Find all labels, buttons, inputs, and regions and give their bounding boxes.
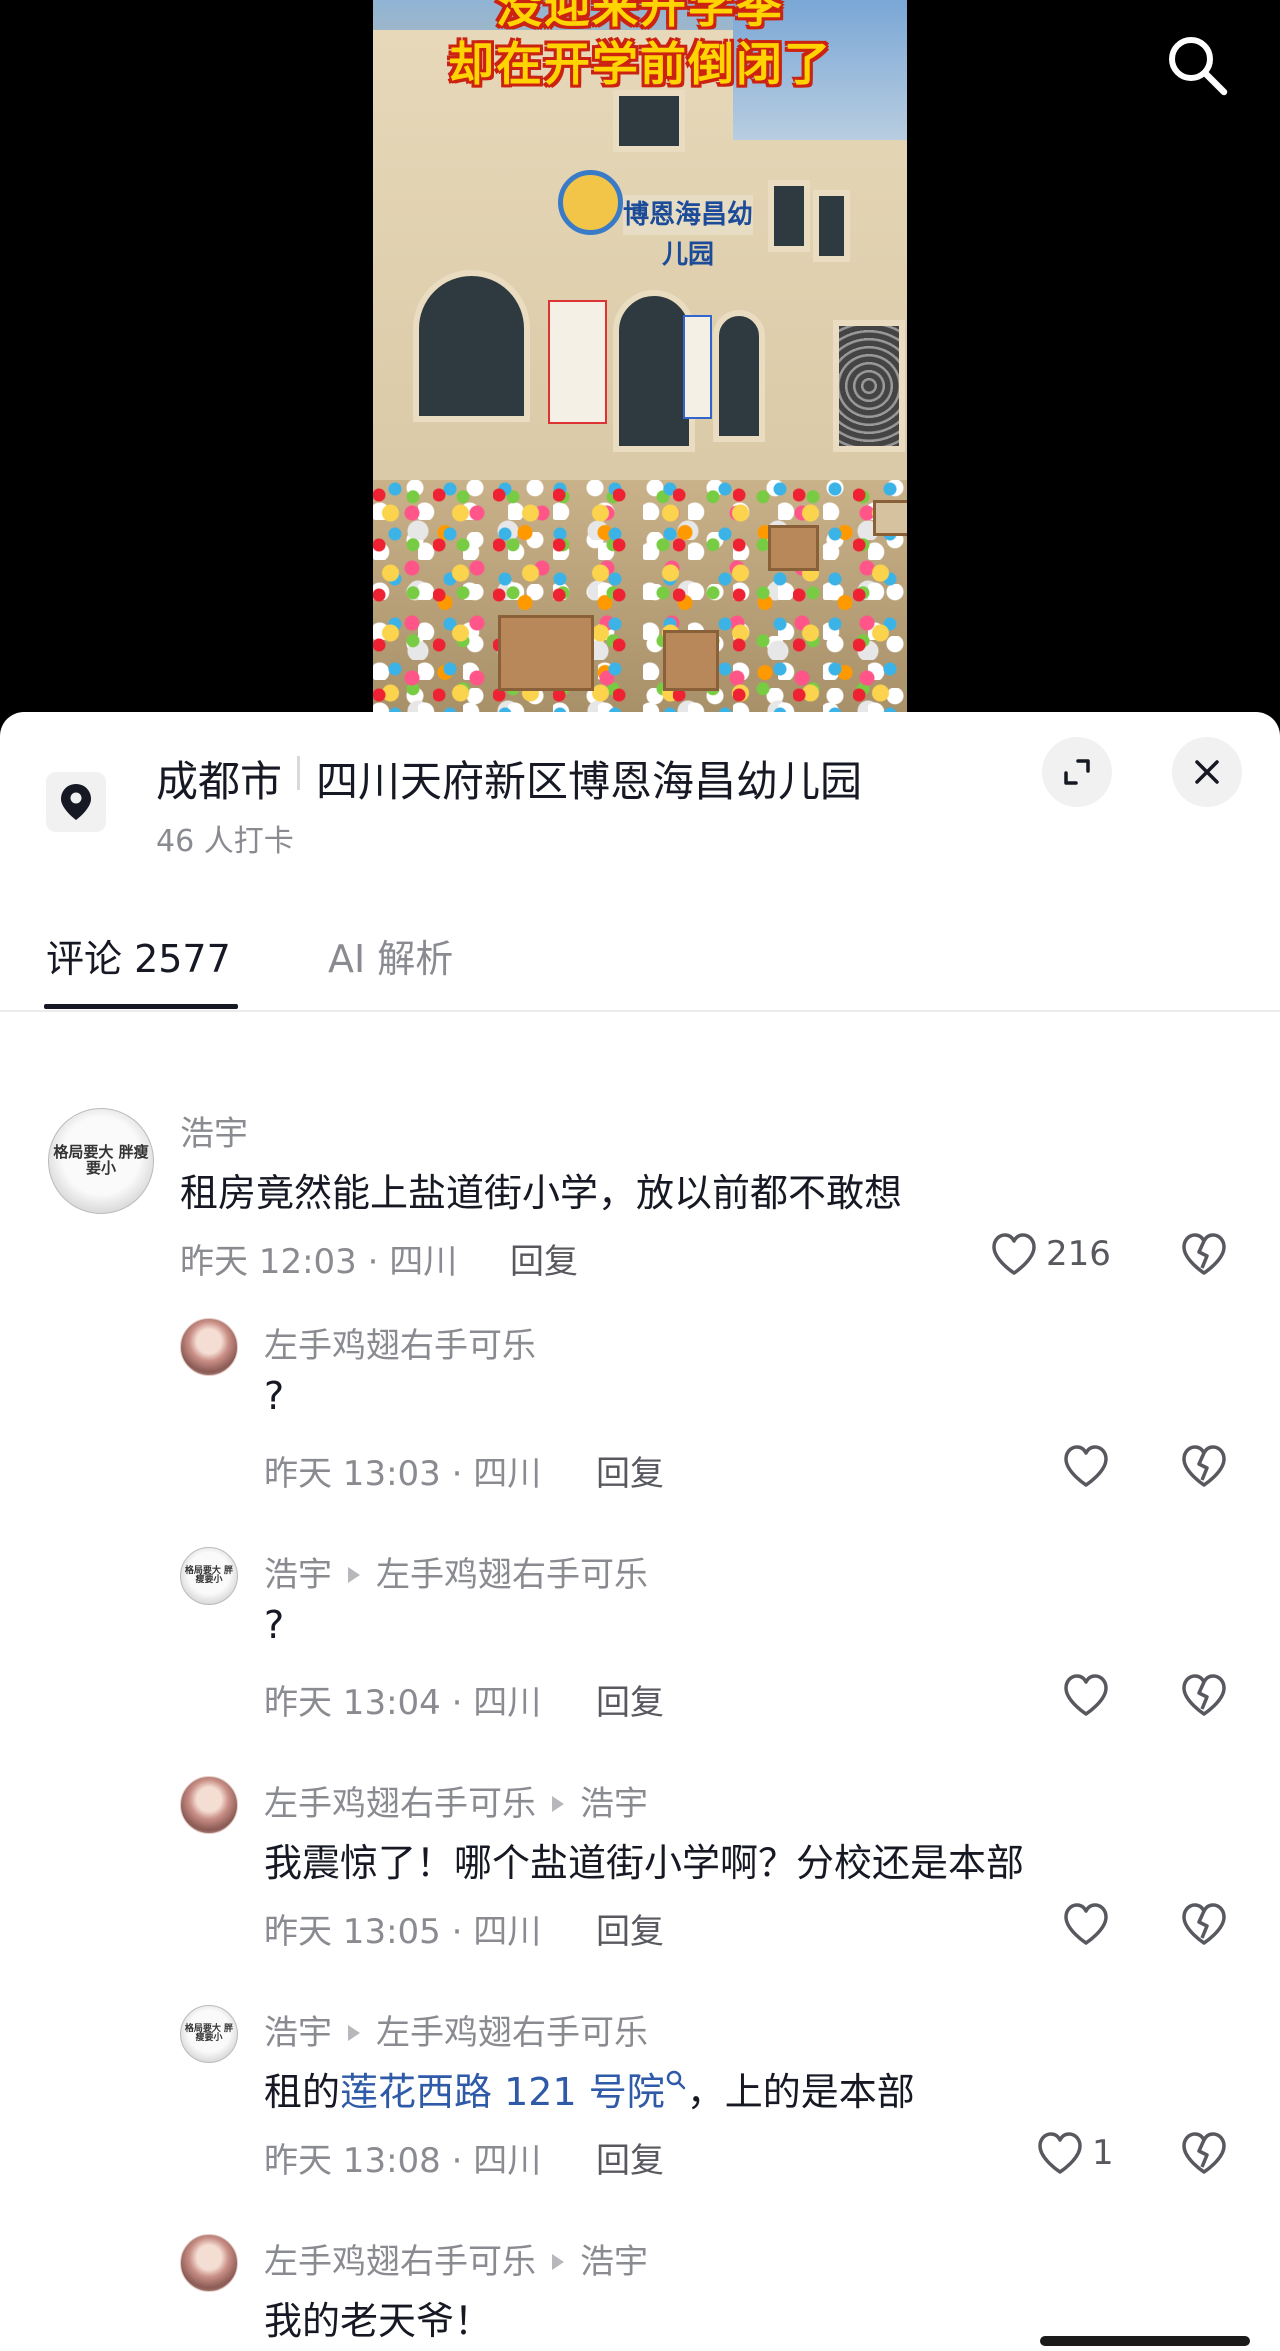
reply-arrow-icon [348, 1567, 360, 1583]
comment-text: 我震惊了！哪个盐道街小学啊？分校还是本部 [264, 1841, 1025, 1885]
close-button[interactable] [1172, 737, 1242, 807]
video-caption-line-1: 没迎来开学季 [496, 0, 784, 33]
active-tab-indicator [44, 1004, 238, 1009]
reply-button[interactable]: 回复 [596, 2133, 664, 2182]
like-button[interactable] [1062, 1444, 1110, 1488]
school-logo [558, 170, 623, 235]
reply-arrow-icon [348, 2025, 360, 2041]
checkin-count: 46 人打卡 [156, 824, 294, 859]
broken-heart-icon [1182, 2132, 1226, 2174]
comment-text: 我的老天爷！ [264, 2299, 493, 2343]
location-name[interactable]: 四川天府新区博恩海昌幼儿园 [316, 748, 862, 809]
heart-icon [1064, 1903, 1108, 1945]
like-count: 216 [1046, 1234, 1111, 1274]
like-count: 1 [1092, 2133, 1114, 2173]
dislike-button[interactable] [1180, 2131, 1228, 2179]
video-frame[interactable]: 博恩海昌幼儿园 没迎来开学季 却在开学前倒闭了 [373, 0, 907, 712]
dislike-button[interactable] [1180, 1444, 1228, 1492]
close-icon [1195, 760, 1219, 784]
location-city[interactable]: 成都市 [156, 748, 282, 809]
tab-ai-analysis[interactable]: AI 解析 [328, 928, 453, 983]
reply-arrow-icon [552, 2254, 564, 2270]
comment-sheet: 成都市 四川天府新区博恩海昌幼儿园 46 人打卡 评论 2577 AI 解析 格… [0, 712, 1280, 2351]
comment-time-location: 昨天 13:08 · 四川 [264, 2141, 542, 2181]
school-sign: 博恩海昌幼儿园 [623, 195, 753, 270]
tab-bar: 评论 2577 AI 解析 [0, 912, 1280, 1012]
avatar-calligraphy-text: 格局要大 胖瘦要小 [184, 1565, 234, 1585]
search-icon [1169, 37, 1228, 96]
heart-icon [1064, 1674, 1108, 1716]
avatar-calligraphy-text: 格局要大 胖瘦要小 [184, 2023, 234, 2043]
heart-icon [1038, 2132, 1082, 2174]
tabs-divider [0, 1010, 1280, 1012]
reply-button[interactable]: 回复 [510, 1234, 578, 1283]
comment-username[interactable]: 左手鸡翅右手可乐 浩宇 [264, 1776, 648, 1825]
video-player[interactable]: 博恩海昌幼儿园 没迎来开学季 却在开学前倒闭了 [0, 0, 1280, 712]
search-icon [666, 2071, 685, 2090]
avatar[interactable]: 格局要大 胖瘦要小 [48, 1108, 154, 1214]
comment-time-location: 昨天 13:05 · 四川 [264, 1912, 542, 1952]
comment-username[interactable]: 左手鸡翅右手可乐 [264, 1318, 536, 1367]
home-indicator[interactable] [1040, 2336, 1250, 2346]
comment-time-location: 昨天 12:03 · 四川 [180, 1242, 458, 1282]
comment-username[interactable]: 左手鸡翅右手可乐 浩宇 [264, 2234, 648, 2283]
comment-time-location: 昨天 13:04 · 四川 [264, 1683, 542, 1723]
avatar[interactable]: 格局要大 胖瘦要小 [180, 2005, 238, 2063]
address-link[interactable]: 莲花西路 121 号院 [340, 2070, 687, 2114]
location-bar[interactable]: 成都市 四川天府新区博恩海昌幼儿园 46 人打卡 [0, 712, 1280, 882]
comment-username[interactable]: 浩宇 左手鸡翅右手可乐 [264, 2005, 648, 2054]
scattered-books-debris [373, 480, 907, 712]
like-button[interactable]: 1 [1036, 2131, 1114, 2175]
dislike-button[interactable] [1180, 1673, 1228, 1721]
expand-icon [1064, 759, 1090, 785]
comment-time-location: 昨天 13:03 · 四川 [264, 1454, 542, 1494]
comment-text: 租房竟然能上盐道街小学，放以前都不敢想 [180, 1171, 903, 1215]
location-pin-icon [46, 772, 106, 832]
broken-heart-icon [1182, 1903, 1226, 1945]
comment-username[interactable]: 浩宇 左手鸡翅右手可乐 [264, 1547, 648, 1596]
comment-text: ? [264, 1374, 285, 1418]
reply-arrow-icon [552, 1796, 564, 1812]
expand-button[interactable] [1042, 737, 1112, 807]
broken-heart-icon [1182, 1674, 1226, 1716]
tab-comments[interactable]: 评论 2577 [46, 928, 231, 983]
comment-text: ? [264, 1603, 285, 1647]
avatar[interactable] [180, 2234, 238, 2292]
comment-username[interactable]: 浩宇 [180, 1106, 248, 1155]
location-separator [297, 756, 300, 790]
reply-button[interactable]: 回复 [596, 1904, 664, 1953]
avatar[interactable]: 格局要大 胖瘦要小 [180, 1547, 238, 1605]
like-button[interactable] [1062, 1673, 1110, 1717]
video-caption-line-2: 却在开学前倒闭了 [448, 37, 832, 91]
broken-heart-icon [1182, 1233, 1226, 1275]
comment-text: 租的莲花西路 121 号院 ，上的是本部 [264, 2070, 915, 2114]
dislike-button[interactable] [1180, 1232, 1228, 1280]
avatar-calligraphy-text: 格局要大 胖瘦要小 [53, 1143, 149, 1177]
reply-button[interactable]: 回复 [596, 1446, 664, 1495]
heart-icon [1064, 1445, 1108, 1487]
like-button[interactable] [1062, 1902, 1110, 1946]
reply-button[interactable]: 回复 [596, 1675, 664, 1724]
like-button[interactable]: 216 [990, 1232, 1111, 1276]
broken-heart-icon [1182, 1445, 1226, 1487]
avatar[interactable] [180, 1776, 238, 1834]
search-button[interactable] [1162, 30, 1232, 100]
heart-icon [992, 1233, 1036, 1275]
avatar[interactable] [180, 1318, 238, 1376]
dislike-button[interactable] [1180, 1902, 1228, 1950]
